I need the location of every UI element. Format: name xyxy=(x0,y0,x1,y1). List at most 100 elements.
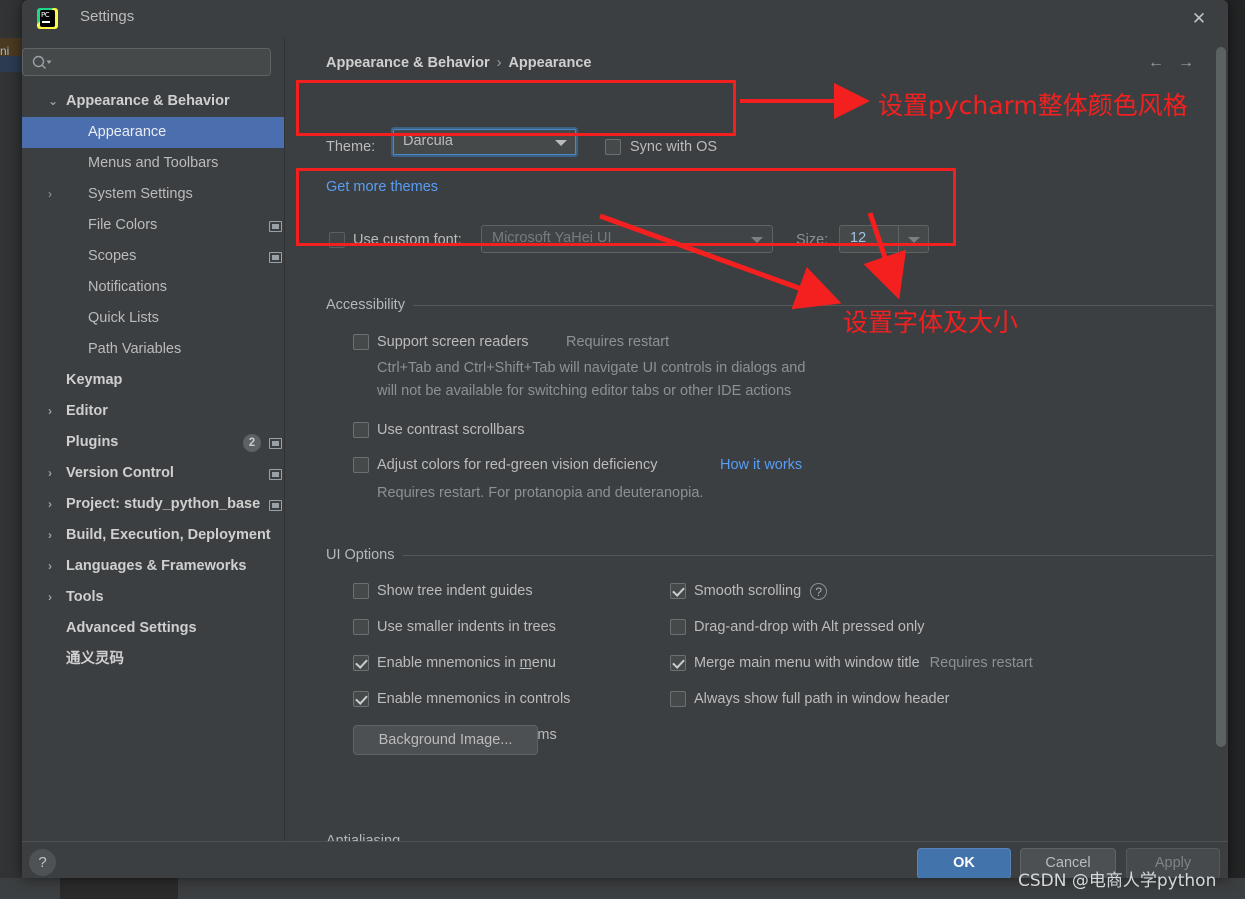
sync-with-os-label: Sync with OS xyxy=(630,139,718,155)
chevron-right-icon[interactable]: › xyxy=(48,179,62,210)
sidebar-item-label: Path Variables xyxy=(88,341,182,357)
ui-options-section-title: UI Options xyxy=(326,547,395,563)
content-scrollbar-thumb[interactable] xyxy=(1216,47,1226,747)
close-icon[interactable]: ✕ xyxy=(1186,7,1212,30)
sidebar-item-label: Notifications xyxy=(88,279,167,295)
screen-readers-desc-line2: will not be available for switching edit… xyxy=(377,383,792,399)
chevron-right-icon[interactable]: › xyxy=(48,458,62,489)
support-screen-readers-label: Support screen readers xyxy=(377,334,529,350)
enable-mnemonics-in-controls-checkbox[interactable] xyxy=(353,691,369,707)
sidebar-item-project-study-python-base[interactable]: › Project: study_python_base xyxy=(22,489,284,520)
settings-tree: ⌄ Appearance & Behavior Appearance Menus an… xyxy=(22,86,284,675)
annotation-text-theme: 设置pycharm整体颜色风格 xyxy=(878,91,1188,120)
drag-and-drop-with-alt-pressed-only-checkbox[interactable] xyxy=(670,619,686,635)
chevron-right-icon[interactable]: › xyxy=(48,489,62,520)
sidebar-item-label: Editor xyxy=(66,403,108,419)
sidebar-item-build-execution-deployment[interactable]: › Build, Execution, Deployment xyxy=(22,520,284,551)
search-input[interactable] xyxy=(22,48,271,76)
adjust-colors-label: Adjust colors for red-green vision defic… xyxy=(377,457,658,473)
chevron-down-icon xyxy=(555,140,567,146)
sidebar-item-keymap[interactable]: Keymap xyxy=(22,365,284,396)
sidebar-item-label: Quick Lists xyxy=(88,310,159,326)
sync-with-os-checkbox[interactable] xyxy=(605,139,621,155)
sidebar-item-label: Appearance & Behavior xyxy=(66,93,230,109)
content-scrollbar-track[interactable] xyxy=(1214,37,1228,841)
smooth-scrolling-checkbox[interactable] xyxy=(670,583,686,599)
support-screen-readers-checkbox[interactable] xyxy=(353,334,369,350)
background-image-button[interactable]: Background Image... xyxy=(353,725,538,755)
sidebar-item-appearance[interactable]: Appearance xyxy=(22,117,284,148)
arrow-right-icon[interactable]: → xyxy=(1171,54,1201,72)
checkbox-label: Use smaller indents in trees xyxy=(377,619,556,635)
contrast-scrollbars-label: Use contrast scrollbars xyxy=(377,422,525,438)
sidebar-item-label: Project: study_python_base xyxy=(66,496,261,512)
accessibility-divider xyxy=(413,305,1221,307)
checkbox-note: Requires restart xyxy=(929,655,1033,671)
sidebar-item-languages-frameworks[interactable]: › Languages & Frameworks xyxy=(22,551,284,582)
annotation-box-theme xyxy=(296,80,736,136)
ide-backdrop-bottom-dark xyxy=(60,878,178,899)
sidebar-item-label: Build, Execution, Deployment xyxy=(66,527,271,543)
ok-button[interactable]: OK xyxy=(917,848,1011,878)
checkbox-label: Smooth scrolling xyxy=(694,583,802,599)
settings-content: Appearance & Behavior › Appearance ← → Them… xyxy=(285,37,1228,841)
sidebar-item-plugins[interactable]: Plugins 2 xyxy=(22,427,284,458)
annotation-text-font: 设置字体及大小 xyxy=(843,308,1019,337)
support-screen-readers-note: Requires restart xyxy=(566,334,670,350)
sidebar-item-appearance-behavior[interactable]: ⌄ Appearance & Behavior xyxy=(22,86,284,117)
checkbox-label: Show tree indent guides xyxy=(377,583,533,599)
contrast-scrollbars-checkbox[interactable] xyxy=(353,422,369,438)
theme-label: Theme: xyxy=(326,139,376,155)
breadcrumb-parent[interactable]: Appearance & Behavior xyxy=(326,55,490,71)
sidebar-item-label: Scopes xyxy=(88,248,137,264)
sidebar-item-label: File Colors xyxy=(88,217,158,233)
help-circle-icon[interactable]: ? xyxy=(810,583,828,600)
breadcrumb-current: Appearance xyxy=(508,55,592,71)
search-icon xyxy=(32,55,52,69)
sidebar-item-menus-and-toolbars[interactable]: Menus and Toolbars xyxy=(22,148,284,179)
project-scope-icon xyxy=(269,438,282,449)
sidebar-item-version-control[interactable]: › Version Control xyxy=(22,458,284,489)
use-smaller-indents-in-trees-checkbox[interactable] xyxy=(353,619,369,635)
sidebar-item-label: Plugins xyxy=(66,434,119,450)
sidebar-item-[interactable]: 通义灵码 xyxy=(22,644,284,675)
chevron-down-icon[interactable]: ⌄ xyxy=(48,86,62,117)
chevron-right-icon[interactable]: › xyxy=(48,520,62,551)
project-scope-icon xyxy=(269,252,282,263)
breadcrumb-separator: › xyxy=(496,55,502,71)
sidebar-item-label: Appearance xyxy=(88,124,167,140)
always-show-full-path-in-window-header-checkbox[interactable] xyxy=(670,691,686,707)
screen: ni PC Settings ✕ ⌄ Appearance & Behavior… xyxy=(0,0,1245,899)
sidebar-item-file-colors[interactable]: File Colors xyxy=(22,210,284,241)
watermark: CSDN @电商人学python xyxy=(1018,871,1217,891)
checkbox-label: Enable mnemonics in controls xyxy=(377,691,571,707)
arrow-left-icon[interactable]: ← xyxy=(1141,54,1171,72)
sidebar-item-quick-lists[interactable]: Quick Lists xyxy=(22,303,284,334)
sidebar-item-advanced-settings[interactable]: Advanced Settings xyxy=(22,613,284,644)
sidebar-item-notifications[interactable]: Notifications xyxy=(22,272,284,303)
sidebar-item-scopes[interactable]: Scopes xyxy=(22,241,284,272)
annotation-box-font xyxy=(296,168,956,246)
help-button[interactable]: ? xyxy=(29,849,56,876)
pycharm-icon: PC xyxy=(37,8,58,29)
how-it-works-link[interactable]: How it works xyxy=(720,457,802,473)
show-tree-indent-guides-checkbox[interactable] xyxy=(353,583,369,599)
project-scope-icon xyxy=(269,500,282,511)
chevron-right-icon[interactable]: › xyxy=(48,396,62,427)
merge-main-menu-with-window-title-checkbox[interactable] xyxy=(670,655,686,671)
sidebar-item-system-settings[interactable]: › System Settings xyxy=(22,179,284,210)
enable-mnemonics-in-menu-checkbox[interactable] xyxy=(353,655,369,671)
sidebar-item-editor[interactable]: › Editor xyxy=(22,396,284,427)
checkbox-label: Enable mnemonics in menu xyxy=(377,655,556,671)
sidebar-item-tools[interactable]: › Tools xyxy=(22,582,284,613)
sidebar-item-path-variables[interactable]: Path Variables xyxy=(22,334,284,365)
adjust-colors-checkbox[interactable] xyxy=(353,457,369,473)
sidebar-item-label: 通义灵码 xyxy=(66,651,124,667)
adjust-colors-desc: Requires restart. For protanopia and deu… xyxy=(377,485,704,501)
project-scope-icon xyxy=(269,221,282,232)
dialog-titlebar: PC Settings ✕ xyxy=(22,0,1228,38)
checkbox-label: Always show full path in window header xyxy=(694,691,950,707)
chevron-right-icon[interactable]: › xyxy=(48,582,62,613)
chevron-right-icon[interactable]: › xyxy=(48,551,62,582)
screen-readers-desc-line1: Ctrl+Tab and Ctrl+Shift+Tab will navigat… xyxy=(377,360,806,376)
